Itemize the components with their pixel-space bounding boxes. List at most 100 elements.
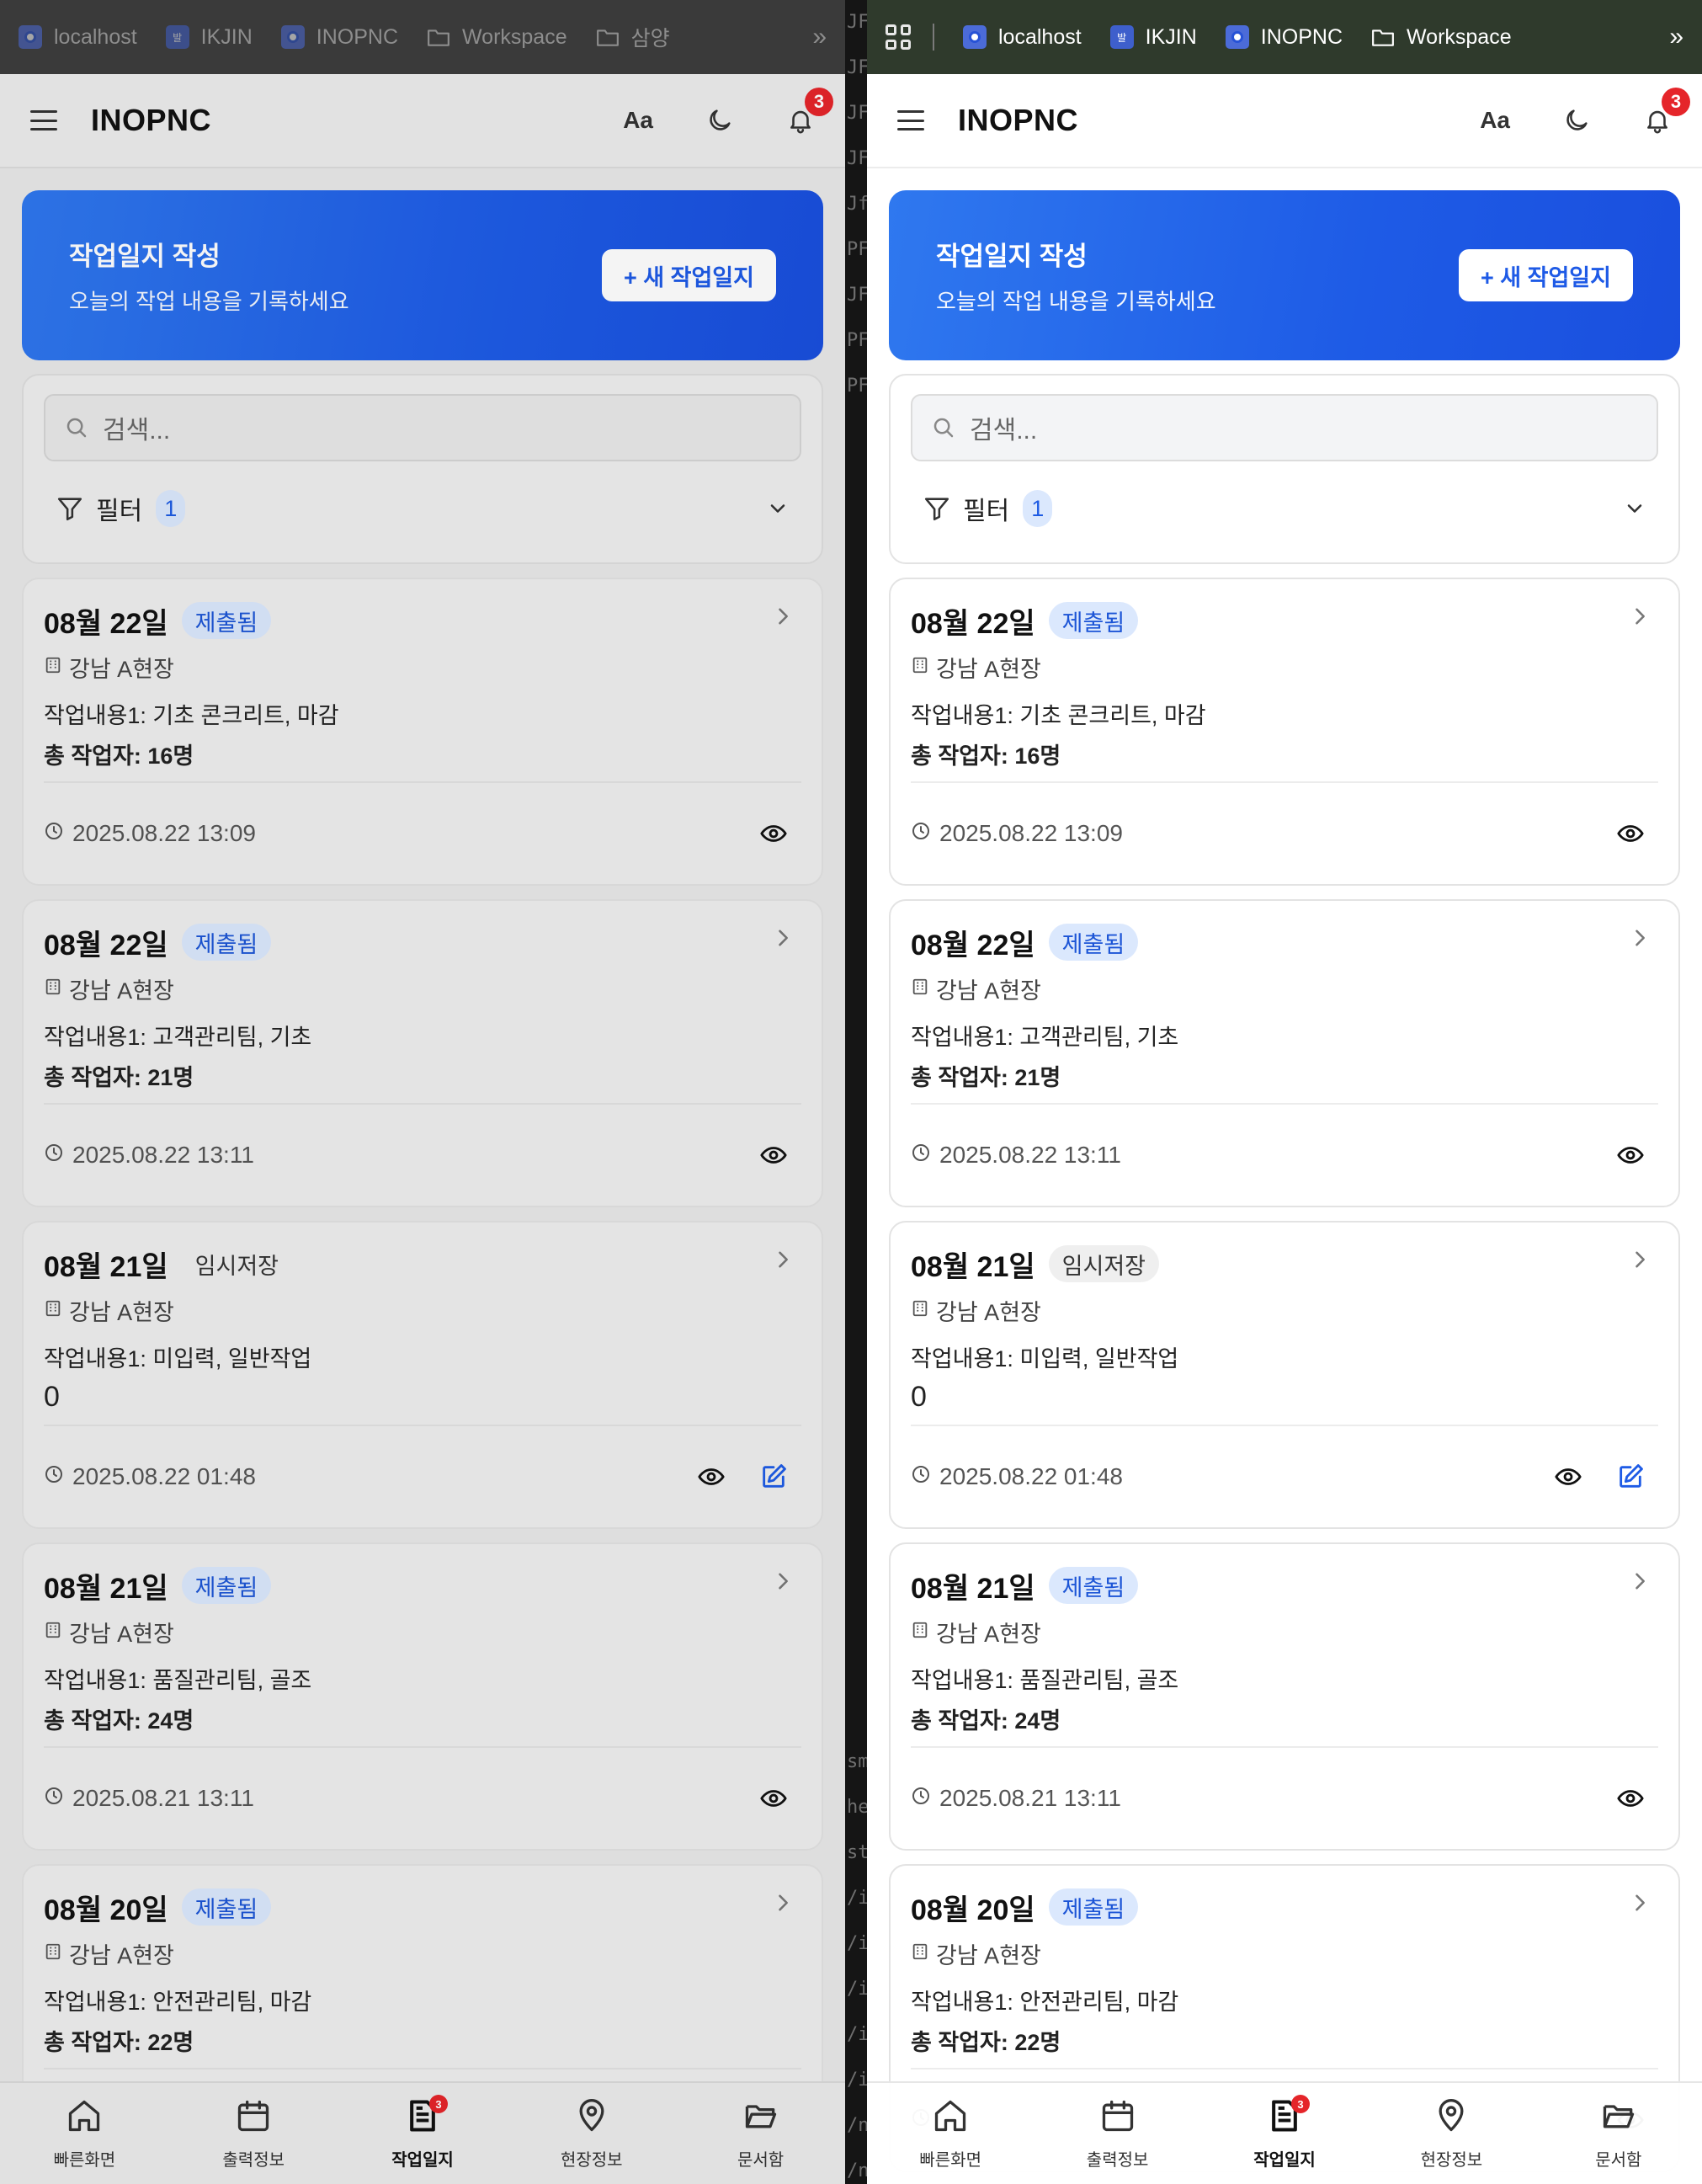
nav-work-log[interactable]: 3 작업일지 xyxy=(338,2083,508,2184)
notification-bell-icon[interactable]: 3 xyxy=(1643,88,1690,135)
eye-icon[interactable] xyxy=(759,1141,788,1169)
site-name: 강남 A현장 xyxy=(936,1621,1041,1647)
folder-icon xyxy=(1371,25,1395,49)
new-report-button[interactable]: + 새 작업일지 xyxy=(602,249,776,301)
chevron-right-icon[interactable] xyxy=(771,1248,795,1271)
hamburger-menu-icon[interactable] xyxy=(897,110,924,131)
filter-toggle[interactable]: 필터 1 xyxy=(44,461,801,556)
nav-quick-screen[interactable]: 빠른화면 xyxy=(867,2083,1034,2184)
eye-icon[interactable] xyxy=(1616,819,1645,848)
font-size-toggle[interactable]: Aa xyxy=(1480,107,1510,134)
edit-icon[interactable] xyxy=(759,1462,788,1491)
chevron-down-icon[interactable] xyxy=(766,497,790,520)
report-card[interactable]: 08월 22일 제출됨 강남 A현장 작업내용1: 고객관리팀, 기초 총 작업자: 2… xyxy=(22,899,823,1207)
report-site: 강남 A현장 xyxy=(44,973,801,1004)
bookmark-item[interactable]: 삼양 xyxy=(596,22,670,52)
new-report-button[interactable]: + 새 작업일지 xyxy=(1459,249,1633,301)
filter-toggle[interactable]: 필터 1 xyxy=(911,461,1658,556)
bookmark-item[interactable]: localhost xyxy=(19,25,137,50)
eye-icon[interactable] xyxy=(1616,1141,1645,1169)
status-badge: 제출됨 xyxy=(1048,924,1139,961)
clock-icon xyxy=(44,1785,64,1812)
report-worker-count: 총 작업자: 16명 xyxy=(44,743,194,769)
filter-count-badge: 1 xyxy=(156,490,186,527)
apps-grid-icon[interactable] xyxy=(886,24,911,50)
chevron-right-icon[interactable] xyxy=(1628,1248,1651,1271)
report-footer: 2025.08.21 13:11 xyxy=(911,1746,1658,1849)
report-card[interactable]: 08월 21일 임시저장 강남 A현장 작업내용1: 미입력, 일반작업 0 2025.0… xyxy=(889,1221,1680,1529)
moon-icon[interactable] xyxy=(705,106,734,135)
nav-quick-screen[interactable]: 빠른화면 xyxy=(0,2083,169,2184)
bookmark-item[interactable]: localhost xyxy=(963,25,1082,50)
bookmark-item[interactable]: 발 IKJIN xyxy=(165,25,253,50)
report-date: 08월 22일 xyxy=(44,607,168,640)
font-size-toggle[interactable]: Aa xyxy=(623,107,653,134)
chevron-right-icon[interactable] xyxy=(1628,926,1651,950)
nav-output-info[interactable]: 출력정보 xyxy=(169,2083,338,2184)
brand-title: INOPNC xyxy=(91,103,212,137)
report-card[interactable]: 08월 22일 제출됨 강남 A현장 작업내용1: 기초 콘크리트, 마감 총 작업자:… xyxy=(889,578,1680,886)
terminal-text: Jf xyxy=(847,194,867,215)
eye-icon[interactable] xyxy=(1616,1784,1645,1813)
filter-label: 필터 xyxy=(963,498,1010,525)
nav-documents[interactable]: 문서함 xyxy=(676,2083,845,2184)
bookmark-item[interactable]: INOPNC xyxy=(1225,25,1343,50)
create-report-banner: 작업일지 작성 오늘의 작업 내용을 기록하세요 + 새 작업일지 xyxy=(22,190,823,360)
report-card[interactable]: 08월 21일 제출됨 강남 A현장 작업내용1: 품질관리팀, 골조 총 작업자: 2… xyxy=(22,1542,823,1851)
bookmark-item[interactable]: INOPNC xyxy=(280,25,398,50)
search-input[interactable]: 검색... xyxy=(911,394,1658,461)
nav-output-info[interactable]: 출력정보 xyxy=(1034,2083,1200,2184)
chevron-down-icon[interactable] xyxy=(1623,497,1646,520)
chevron-right-icon[interactable] xyxy=(1628,605,1651,628)
nav-documents[interactable]: 문서함 xyxy=(1535,2083,1702,2184)
chevron-right-icon[interactable] xyxy=(771,605,795,628)
status-badge: 제출됨 xyxy=(181,1888,272,1926)
nav-site-info[interactable]: 현장정보 xyxy=(507,2083,676,2184)
more-bookmarks-chevron-icon[interactable]: » xyxy=(1669,23,1683,51)
terminal-strip: JFJFJFJFJfPFJFPFPFsmhest/i/i/i/i/i/n/n/n… xyxy=(845,0,867,2184)
edit-icon[interactable] xyxy=(1616,1462,1645,1491)
report-site: 강남 A현장 xyxy=(44,1617,801,1647)
nav-work-log[interactable]: 3 작업일지 xyxy=(1201,2083,1368,2184)
banner-title: 작업일지 작성 xyxy=(69,242,221,271)
report-header: 08월 20일 제출됨 xyxy=(911,1888,1658,1926)
eye-icon[interactable] xyxy=(759,819,788,848)
folder-icon xyxy=(427,25,450,49)
notification-bell-icon[interactable]: 3 xyxy=(786,88,833,135)
bookmark-item[interactable]: Workspace xyxy=(427,25,567,50)
terminal-text: JF xyxy=(847,57,867,78)
nav-site-info[interactable]: 현장정보 xyxy=(1368,2083,1534,2184)
building-icon xyxy=(911,1941,929,1967)
search-input[interactable]: 검색... xyxy=(44,394,801,461)
favicon-icon xyxy=(19,25,42,49)
report-actions xyxy=(697,1462,801,1491)
chevron-right-icon[interactable] xyxy=(771,1569,795,1593)
eye-icon[interactable] xyxy=(1554,1462,1582,1491)
report-date: 08월 20일 xyxy=(44,1894,168,1926)
bookmark-label: 삼양 xyxy=(630,27,670,51)
bookmark-item[interactable]: 발 IKJIN xyxy=(1109,25,1197,50)
chevron-right-icon[interactable] xyxy=(771,926,795,950)
create-report-banner: 작업일지 작성 오늘의 작업 내용을 기록하세요 + 새 작업일지 xyxy=(889,190,1680,360)
report-card[interactable]: 08월 21일 제출됨 강남 A현장 작업내용1: 품질관리팀, 골조 총 작업자: 2… xyxy=(889,1542,1680,1851)
status-badge: 제출됨 xyxy=(1048,1888,1139,1926)
building-icon xyxy=(44,1619,62,1645)
report-card[interactable]: 08월 21일 임시저장 강남 A현장 작업내용1: 미입력, 일반작업 0 2025.0… xyxy=(22,1221,823,1529)
main-content: 작업일지 작성 오늘의 작업 내용을 기록하세요 + 새 작업일지 검색... … xyxy=(867,168,1702,2172)
timestamp-text: 2025.08.22 01:48 xyxy=(939,1463,1123,1489)
bookmark-item[interactable]: Workspace xyxy=(1371,25,1512,50)
eye-icon[interactable] xyxy=(759,1784,788,1813)
terminal-text: /i xyxy=(847,1888,867,1909)
report-card[interactable]: 08월 22일 제출됨 강남 A현장 작업내용1: 고객관리팀, 기초 총 작업자: 2… xyxy=(889,899,1680,1207)
chevron-right-icon[interactable] xyxy=(1628,1891,1651,1915)
report-work-content: 작업내용1: 고객관리팀, 기초 xyxy=(44,1025,312,1050)
more-bookmarks-chevron-icon[interactable]: » xyxy=(812,23,827,51)
bookmark-label: localhost xyxy=(54,24,137,49)
chevron-right-icon[interactable] xyxy=(771,1891,795,1915)
report-card[interactable]: 08월 22일 제출됨 강남 A현장 작업내용1: 기초 콘크리트, 마감 총 작업자:… xyxy=(22,578,823,886)
eye-icon[interactable] xyxy=(697,1462,726,1491)
chevron-right-icon[interactable] xyxy=(1628,1569,1651,1593)
site-name: 강남 A현장 xyxy=(936,977,1041,1004)
hamburger-menu-icon[interactable] xyxy=(30,110,57,131)
moon-icon[interactable] xyxy=(1562,106,1591,135)
